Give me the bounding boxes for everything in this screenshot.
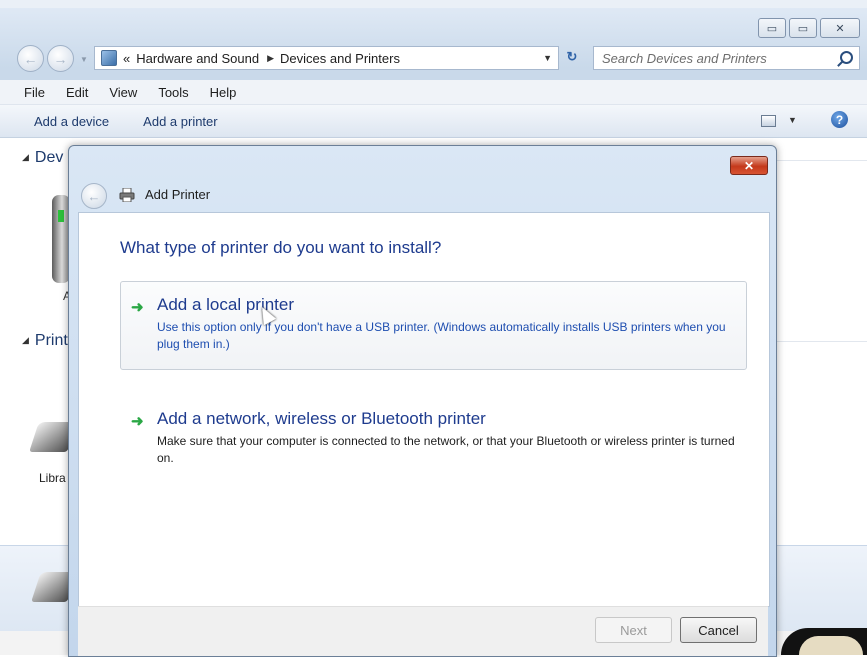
breadcrumb-devices-and-printers[interactable]: Devices and Printers	[280, 51, 400, 66]
menu-file[interactable]: File	[0, 85, 54, 100]
group-devices-label: Dev	[34, 149, 64, 166]
back-arrow-icon: ←	[23, 50, 38, 67]
refresh-icon: ↻	[566, 49, 578, 64]
option-title: Add a network, wireless or Bluetooth pri…	[157, 409, 486, 428]
maximize-icon: ▭	[797, 22, 809, 35]
cancel-button[interactable]: Cancel	[680, 617, 757, 643]
background-photo-highlight	[799, 636, 863, 655]
minimize-button[interactable]: ▭	[758, 18, 786, 38]
group-printers[interactable]: ◢ Print	[22, 332, 68, 350]
add-printer-button[interactable]: Add a printer	[143, 114, 217, 129]
breadcrumb-hardware-and-sound[interactable]: Hardware and Sound	[136, 51, 259, 66]
option-description: Use this option only if you don't have a…	[157, 320, 726, 351]
option-title: Add a local printer	[157, 295, 295, 314]
maximize-button[interactable]: ▭	[789, 18, 817, 38]
add-device-button[interactable]: Add a device	[34, 114, 109, 129]
control-panel-icon	[101, 50, 117, 66]
address-overflow-chevron[interactable]: «	[123, 51, 130, 66]
group-divider	[770, 341, 867, 342]
group-devices[interactable]: ◢ Dev	[22, 149, 63, 167]
command-bar: Add a device Add a printer	[0, 105, 867, 138]
next-button[interactable]: Next	[595, 617, 672, 643]
breadcrumb-separator-icon[interactable]: ▶	[267, 53, 274, 64]
forward-arrow-icon: →	[53, 50, 68, 67]
search-box[interactable]	[593, 46, 860, 70]
dialog-close-button[interactable]: ✕	[730, 156, 768, 175]
help-glyph: ?	[835, 112, 844, 127]
recent-pages-dropdown-icon[interactable]: ▼	[80, 55, 88, 64]
close-window-button[interactable]: ✕	[820, 18, 860, 38]
back-button[interactable]: ←	[17, 45, 44, 72]
add-local-printer-option[interactable]: ➜ Add a local printer Use this option on…	[120, 281, 747, 370]
green-arrow-icon: ➜	[131, 299, 144, 316]
menu-tools[interactable]: Tools	[146, 85, 197, 100]
printer-icon	[119, 188, 135, 202]
search-icon[interactable]	[840, 51, 853, 64]
view-dropdown-icon[interactable]: ▼	[788, 115, 797, 125]
menu-bar: File Edit View Tools Help	[0, 80, 867, 105]
back-arrow-icon: ←	[87, 188, 101, 204]
menu-help[interactable]: Help	[198, 85, 246, 100]
close-icon: ✕	[835, 22, 845, 35]
forward-button[interactable]: →	[47, 45, 74, 72]
add-network-printer-option[interactable]: ➜ Add a network, wireless or Bluetooth p…	[120, 395, 747, 477]
search-input[interactable]	[600, 49, 829, 67]
menu-view[interactable]: View	[97, 85, 146, 100]
device-status-light	[58, 210, 64, 222]
collapse-triangle-icon[interactable]: ◢	[22, 152, 29, 162]
green-arrow-icon: ➜	[131, 413, 144, 430]
printer-label-fragment: Libra	[39, 471, 66, 485]
address-dropdown-icon[interactable]: ▼	[543, 53, 552, 63]
close-icon: ✕	[743, 158, 755, 173]
refresh-button[interactable]: ↻	[560, 46, 584, 68]
address-bar[interactable]: « Hardware and Sound ▶ Devices and Print…	[94, 46, 559, 70]
help-icon[interactable]: ?	[831, 111, 848, 128]
menu-edit[interactable]: Edit	[54, 85, 97, 100]
dialog-title: Add Printer	[145, 187, 211, 202]
group-divider	[770, 160, 867, 161]
dialog-back-button[interactable]: ←	[81, 183, 107, 209]
option-description: Make sure that your computer is connecte…	[157, 434, 735, 465]
collapse-triangle-icon[interactable]: ◢	[22, 335, 29, 345]
dialog-heading: What type of printer do you want to inst…	[120, 238, 442, 257]
change-view-icon[interactable]	[761, 115, 776, 127]
group-printers-label: Print	[34, 332, 68, 349]
minimize-icon: ▭	[766, 22, 778, 35]
